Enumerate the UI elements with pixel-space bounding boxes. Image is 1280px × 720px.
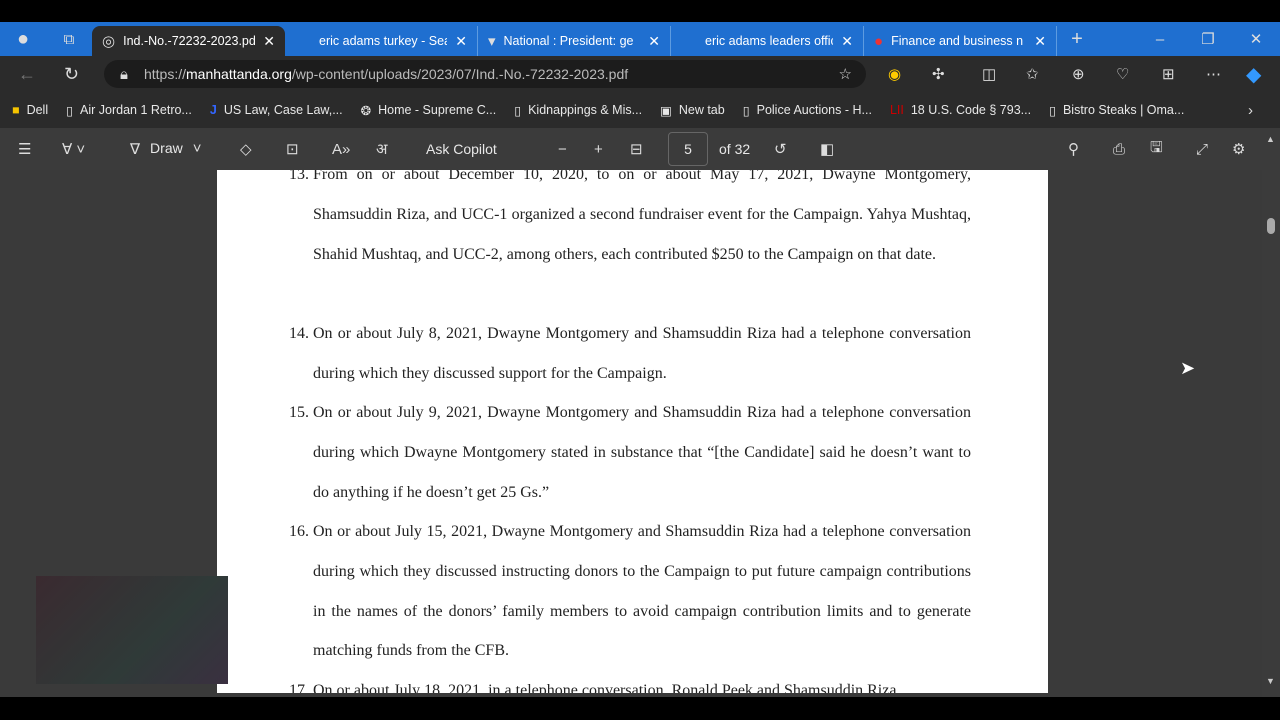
scrollbar[interactable]: ▲ ▼: [1262, 128, 1280, 697]
draw-icon: ∇: [130, 141, 141, 158]
tab-leaders[interactable]: eric adams leaders office ✕: [671, 26, 864, 56]
paragraph-14: 14. On or about July 8, 2021, Dwayne Mont…: [289, 325, 971, 382]
gear-icon[interactable]: ⚙: [1232, 140, 1245, 158]
page-count: of 32: [719, 141, 751, 157]
cursor-icon: ➤: [1180, 358, 1196, 378]
scroll-down-icon[interactable]: ▼: [1266, 676, 1275, 686]
search-icon[interactable]: ⚲: [1068, 140, 1079, 158]
newtab-icon: ▣: [660, 103, 672, 118]
page-view-icon[interactable]: ◧: [820, 140, 834, 158]
bookmark[interactable]: ■ Dell: [12, 103, 48, 117]
bookmark[interactable]: J US Law, Case Law,...: [210, 103, 343, 117]
scrollbar-thumb[interactable]: [1267, 218, 1275, 234]
zoom-out-icon[interactable]: −: [558, 141, 567, 158]
yahoo-icon: ●: [874, 32, 884, 50]
refresh-icon[interactable]: ↻: [64, 64, 79, 85]
webcam-overlay: [36, 576, 228, 684]
minimize-icon[interactable]: –: [1136, 31, 1184, 48]
page-number-input[interactable]: 5: [668, 132, 708, 166]
close-icon[interactable]: ✕: [841, 33, 853, 50]
split-screen-icon[interactable]: ◫: [982, 65, 996, 83]
pdf-viewer: 13. From on or about December 10, 2020, t…: [0, 170, 1262, 697]
lock-icon: 🔒︎: [120, 65, 128, 83]
fullscreen-icon[interactable]: ⤢: [1196, 141, 1208, 158]
contents-icon[interactable]: ☰: [18, 140, 31, 158]
translate-icon[interactable]: अ: [376, 139, 387, 159]
seal-icon: ❂: [360, 103, 372, 118]
paragraph-13: 13. From on or about December 10, 2020, t…: [289, 170, 971, 263]
tab-national[interactable]: ▾ National : President: ge ✕: [478, 26, 671, 56]
draw-button[interactable]: ∇ Draw ˅: [130, 140, 201, 158]
lii-icon: LII: [889, 103, 904, 117]
bookmark[interactable]: ▯ Police Auctions - H...: [743, 103, 872, 118]
fit-page-icon[interactable]: ⊟: [630, 140, 643, 158]
justia-icon: J: [209, 103, 217, 117]
paragraph-16: 16. On or about July 15, 2021, Dwayne Mon…: [289, 523, 971, 660]
chevron-right-icon[interactable]: ›: [1248, 102, 1253, 119]
favorites-icon[interactable]: ✩: [1026, 65, 1039, 83]
tab-bar: ● ⧉ ◎ Ind.-No.-72232-2023.pdf ✕ eric adams…: [0, 22, 1280, 56]
eraser-icon[interactable]: ◇: [240, 140, 252, 158]
bookmark[interactable]: ▣ New tab: [660, 103, 725, 118]
copilot-icon[interactable]: ◆: [1246, 62, 1261, 87]
close-icon[interactable]: ✕: [648, 33, 660, 50]
extension-icon[interactable]: ◉: [888, 65, 901, 83]
address-bar-row: ← ↻ 🔒︎ https://manhattanda.org/wp-conten…: [0, 56, 1280, 92]
bookmark[interactable]: LII 18 U.S. Code § 793...: [890, 103, 1031, 117]
text-box-icon[interactable]: ⊡: [286, 140, 299, 158]
more-icon[interactable]: ⋯: [1206, 65, 1221, 83]
site-icon: ▾: [488, 33, 496, 50]
back-icon[interactable]: ←: [18, 64, 36, 85]
workspaces-icon[interactable]: ⧉: [46, 31, 92, 48]
paragraph-17: 17. On or about July 18, 2021, in a telep…: [289, 682, 897, 693]
rotate-icon[interactable]: ↺: [774, 140, 787, 158]
bookmark[interactable]: ▯ Bistro Steaks | Oma...: [1049, 103, 1184, 118]
zoom-in-icon[interactable]: +: [594, 141, 603, 158]
tab-finance[interactable]: ● Finance and business n ✕: [864, 26, 1057, 56]
url-input[interactable]: 🔒︎ https://manhattanda.org/wp-content/up…: [104, 60, 866, 88]
close-icon[interactable]: ✕: [263, 33, 275, 50]
page-icon: ▯: [742, 103, 750, 118]
collections-icon[interactable]: ⊕: [1072, 65, 1085, 83]
health-icon[interactable]: ♡: [1116, 65, 1129, 83]
page-icon: ▯: [514, 103, 522, 118]
bookmark[interactable]: ▯ Kidnappings & Mis...: [514, 103, 642, 118]
pdf-toolbar: ☰ ∀ ˅ ∇ Draw ˅ ◇ ⊡ A» अ Ask Copilot − + ⊟ …: [0, 128, 1280, 170]
save-icon[interactable]: 🖫︎: [1150, 137, 1163, 162]
tab-search[interactable]: eric adams turkey - Search✕: [285, 26, 478, 56]
bookmark[interactable]: ❂ Home - Supreme C...: [361, 103, 497, 118]
folder-icon: ■: [12, 103, 20, 117]
profile-icon[interactable]: ●: [0, 28, 46, 51]
globe-icon: ◎: [102, 33, 116, 50]
restore-icon[interactable]: ❐: [1184, 30, 1232, 48]
extensions-icon[interactable]: ✣: [932, 65, 945, 83]
scroll-up-icon[interactable]: ▲: [1266, 134, 1275, 144]
close-icon[interactable]: ✕: [455, 33, 467, 50]
apps-icon[interactable]: ⊞: [1162, 65, 1175, 83]
page-icon: ▯: [66, 103, 73, 118]
close-icon[interactable]: ✕: [1034, 33, 1046, 50]
chevron-down-icon: ˅: [192, 140, 202, 157]
close-window-icon[interactable]: ✕: [1232, 30, 1280, 48]
bookmarks-bar: ■ Dell ▯ Air Jordan 1 Retro... J US Law, Ca…: [0, 92, 1280, 128]
pdf-page: 13. From on or about December 10, 2020, t…: [217, 170, 1048, 693]
tab-pdf[interactable]: ◎ Ind.-No.-72232-2023.pdf ✕: [92, 26, 285, 56]
paragraph-15: 15. On or about July 9, 2021, Dwayne Mont…: [289, 404, 971, 501]
ask-copilot-button[interactable]: Ask Copilot: [426, 141, 497, 157]
bookmark[interactable]: ▯ Air Jordan 1 Retro...: [66, 103, 192, 118]
print-icon[interactable]: ⎙: [1113, 141, 1125, 158]
highlight-icon[interactable]: ∀ ˅: [62, 140, 85, 158]
page-icon: ▯: [1049, 103, 1056, 118]
favorite-star-icon[interactable]: ☆: [839, 65, 852, 83]
read-aloud-icon[interactable]: A»: [332, 141, 350, 158]
new-tab-icon[interactable]: +: [1057, 28, 1097, 51]
